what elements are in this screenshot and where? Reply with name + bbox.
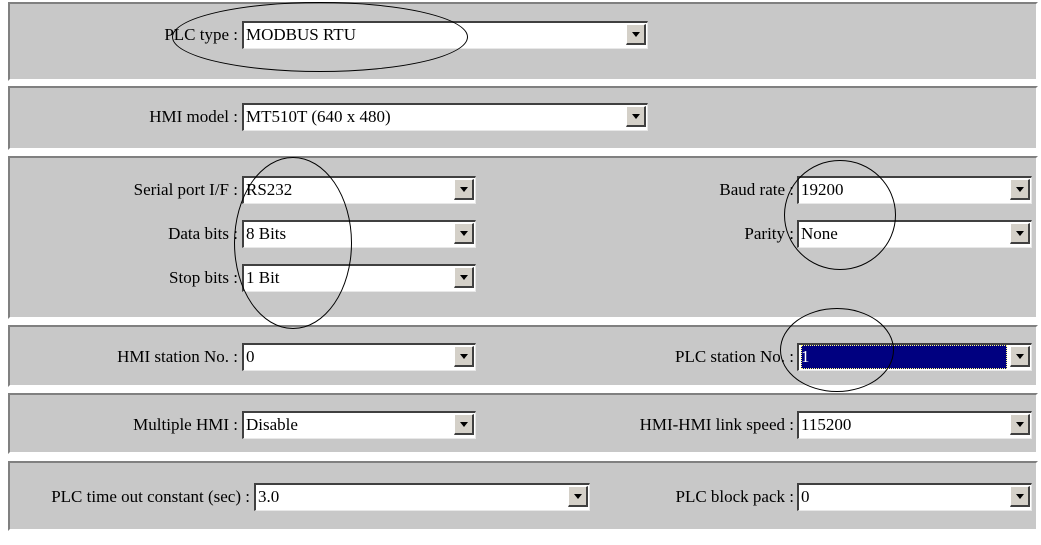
chevron-down-icon [1016, 422, 1024, 427]
multiple-hmi-select[interactable]: Disable [242, 411, 476, 439]
baud-rate-dropdown-button[interactable] [1010, 179, 1030, 200]
stop-bits-value: 1 Bit [246, 268, 280, 287]
multiple-hmi-dropdown-button[interactable] [454, 414, 474, 435]
stop-bits-label: Stop bits : [169, 268, 238, 287]
chevron-down-icon [632, 114, 640, 119]
serial-port-value: RS232 [246, 180, 293, 199]
hmi-station-label: HMI station No. : [117, 347, 238, 366]
timeout-value: 3.0 [258, 487, 280, 506]
block-pack-value: 0 [801, 487, 810, 506]
plc-type-select[interactable]: MODBUS RTU [242, 21, 648, 49]
plc-type-panel: PLC type : MODBUS RTU [8, 2, 1038, 81]
hmi-model-label: HMI model : [149, 107, 238, 126]
parity-value: None [801, 224, 838, 243]
hmi-station-value: 0 [246, 347, 255, 366]
parity-label: Parity : [744, 224, 794, 243]
chevron-down-icon [1016, 494, 1024, 499]
plc-station-label: PLC station No. : [674, 347, 794, 366]
link-speed-value: 115200 [801, 415, 852, 434]
hmi-station-dropdown-button[interactable] [454, 346, 474, 367]
plc-type-dropdown-button[interactable] [626, 24, 646, 45]
baud-rate-value: 19200 [801, 180, 844, 199]
chevron-down-icon [460, 422, 468, 427]
serial-settings-panel: Serial port I/F : RS232 Data bits : 8 Bi… [8, 156, 1038, 319]
chevron-down-icon [460, 354, 468, 359]
data-bits-label: Data bits : [168, 224, 238, 243]
station-panel: HMI station No. : 0 PLC station No. : 1 [8, 325, 1038, 387]
serial-port-dropdown-button[interactable] [454, 179, 474, 200]
chevron-down-icon [574, 494, 582, 499]
link-speed-dropdown-button[interactable] [1010, 414, 1030, 435]
block-pack-dropdown-button[interactable] [1010, 486, 1030, 507]
multiple-hmi-panel: Multiple HMI : Disable HMI-HMI link spee… [8, 393, 1038, 454]
stop-bits-dropdown-button[interactable] [454, 267, 474, 288]
stop-bits-select[interactable]: 1 Bit [242, 264, 476, 292]
chevron-down-icon [460, 231, 468, 236]
parity-select[interactable]: None [797, 220, 1032, 248]
chevron-down-icon [632, 32, 640, 37]
plc-type-label: PLC type : [164, 25, 238, 44]
block-pack-select[interactable]: 0 [797, 483, 1032, 511]
plc-type-value: MODBUS RTU [246, 25, 356, 44]
hmi-model-select[interactable]: MT510T (640 x 480) [242, 103, 648, 131]
parity-dropdown-button[interactable] [1010, 223, 1030, 244]
timeout-select[interactable]: 3.0 [254, 483, 590, 511]
timeout-dropdown-button[interactable] [568, 486, 588, 507]
serial-port-select[interactable]: RS232 [242, 176, 476, 204]
plc-station-value: 1 [801, 345, 1007, 369]
data-bits-select[interactable]: 8 Bits [242, 220, 476, 248]
baud-rate-select[interactable]: 19200 [797, 176, 1032, 204]
hmi-model-value: MT510T (640 x 480) [246, 107, 391, 126]
data-bits-dropdown-button[interactable] [454, 223, 474, 244]
baud-rate-label: Baud rate : [719, 180, 794, 199]
chevron-down-icon [1016, 354, 1024, 359]
chevron-down-icon [460, 187, 468, 192]
plc-station-select[interactable]: 1 [797, 343, 1032, 371]
multiple-hmi-value: Disable [246, 415, 298, 434]
timeout-label: PLC time out constant (sec) : [51, 487, 250, 506]
hmi-model-panel: HMI model : MT510T (640 x 480) [8, 86, 1038, 150]
chevron-down-icon [1016, 231, 1024, 236]
chevron-down-icon [460, 275, 468, 280]
multiple-hmi-label: Multiple HMI : [133, 415, 238, 434]
hmi-model-dropdown-button[interactable] [626, 106, 646, 127]
link-speed-label: HMI-HMI link speed : [639, 415, 794, 434]
link-speed-select[interactable]: 115200 [797, 411, 1032, 439]
plc-station-dropdown-button[interactable] [1010, 346, 1030, 367]
serial-port-label: Serial port I/F : [133, 180, 238, 199]
data-bits-value: 8 Bits [246, 224, 287, 243]
hmi-station-select[interactable]: 0 [242, 343, 476, 371]
timing-panel: PLC time out constant (sec) : 3.0 PLC bl… [8, 461, 1038, 531]
block-pack-label: PLC block pack : [675, 487, 794, 506]
chevron-down-icon [1016, 187, 1024, 192]
